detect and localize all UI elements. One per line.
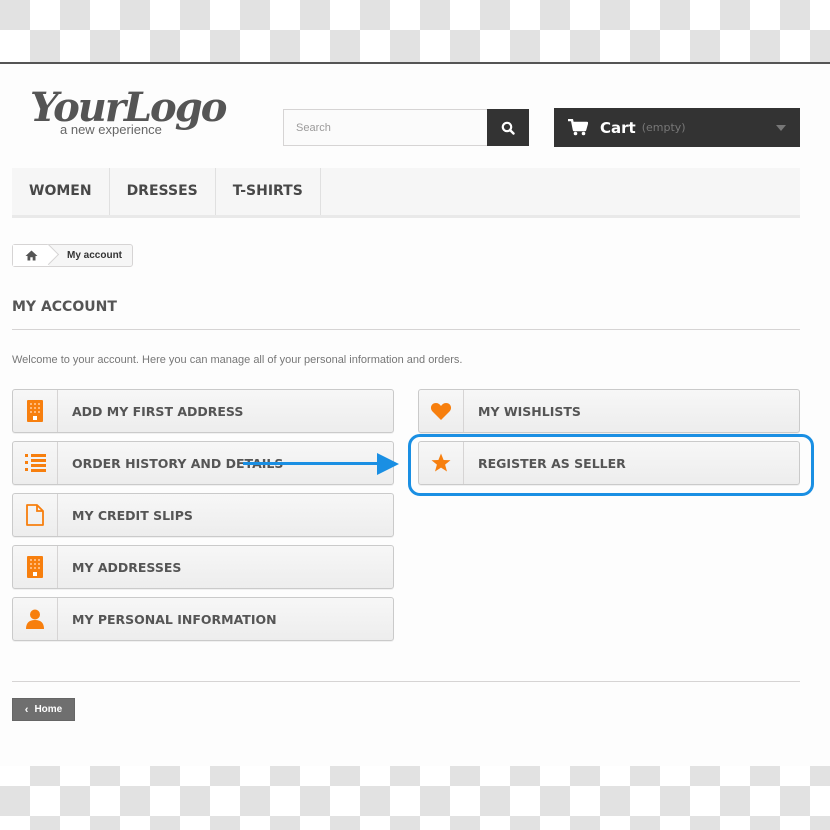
menu-item-women[interactable]: WOMEN: [12, 168, 110, 215]
file-icon: [13, 494, 58, 536]
my-wishlists-label: MY WISHLISTS: [478, 403, 581, 419]
home-icon: [25, 250, 37, 261]
cart-status: (empty): [641, 121, 686, 134]
my-wishlists-button[interactable]: MY WISHLISTS: [418, 389, 800, 433]
cart-label: Cart: [600, 118, 636, 137]
cart-button[interactable]: Cart (empty): [554, 108, 800, 147]
account-info-text: Welcome to your account. Here you can ma…: [12, 354, 463, 366]
star-icon: [419, 442, 464, 484]
breadcrumb: My account: [12, 244, 134, 267]
transparency-background-top: [0, 0, 830, 30]
transparency-background-bottom: [0, 766, 830, 786]
breadcrumb-home-link[interactable]: [13, 245, 49, 266]
search-box: [283, 109, 529, 146]
register-as-seller-button[interactable]: REGISTER AS SELLER: [418, 441, 800, 485]
building-icon: [13, 390, 58, 432]
register-as-seller-label: REGISTER AS SELLER: [478, 455, 626, 471]
personal-information-label: MY PERSONAL INFORMATION: [72, 611, 277, 627]
building-icon: [13, 546, 58, 588]
ordered-list-icon: [13, 442, 58, 484]
home-button[interactable]: ‹ Home: [12, 698, 75, 721]
search-input[interactable]: [283, 109, 487, 146]
heart-icon: [419, 390, 464, 432]
page-content: YourLogo a new experience Cart (empty) W…: [0, 62, 830, 766]
transparency-background-bottom-row3: [0, 816, 830, 830]
breadcrumb-current: My account: [67, 250, 123, 261]
search-button[interactable]: [487, 109, 529, 146]
my-addresses-button[interactable]: MY ADDRESSES: [12, 545, 394, 589]
site-logo[interactable]: YourLogo a new experience: [30, 84, 230, 144]
search-icon: [501, 121, 515, 135]
annotation-arrow-head-icon: [377, 453, 399, 475]
caret-down-icon: [776, 124, 786, 131]
menu-item-t-shirts[interactable]: T-SHIRTS: [216, 168, 321, 215]
my-addresses-label: MY ADDRESSES: [72, 559, 182, 575]
personal-information-button[interactable]: MY PERSONAL INFORMATION: [12, 597, 394, 641]
transparency-background-bottom-row2: [0, 786, 830, 816]
chevron-left-icon: ‹: [24, 703, 29, 716]
main-menu: WOMEN DRESSES T-SHIRTS: [12, 168, 800, 218]
user-icon: [13, 598, 58, 640]
shopping-cart-icon: [568, 119, 588, 136]
annotation-arrow-line: [243, 462, 380, 465]
menu-item-dresses[interactable]: DRESSES: [110, 168, 216, 215]
credit-slips-label: MY CREDIT SLIPS: [72, 507, 193, 523]
transparency-background-top-row2: [0, 30, 830, 62]
add-first-address-label: ADD MY FIRST ADDRESS: [72, 403, 244, 419]
home-button-label: Home: [34, 704, 63, 715]
footer-divider: [12, 681, 800, 682]
logo-tagline: a new experience: [60, 122, 162, 137]
credit-slips-button[interactable]: MY CREDIT SLIPS: [12, 493, 394, 537]
add-first-address-button[interactable]: ADD MY FIRST ADDRESS: [12, 389, 394, 433]
page-title: MY ACCOUNT: [12, 299, 800, 330]
